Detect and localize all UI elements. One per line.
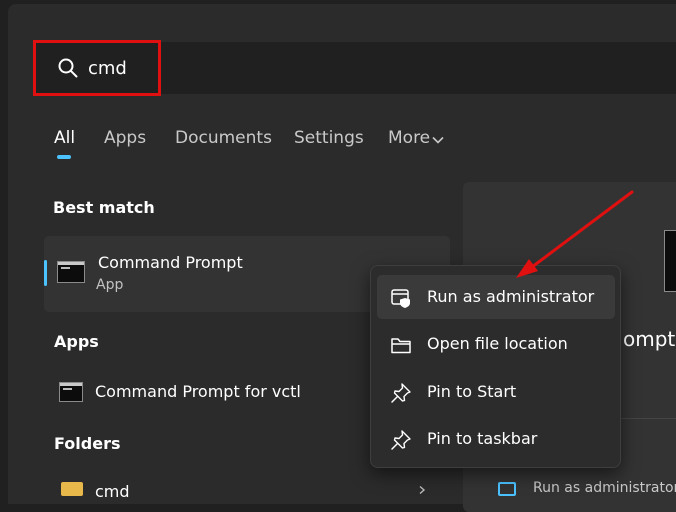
menu-item-open-file-location[interactable]: Open file location (377, 322, 615, 366)
tab-documents[interactable]: Documents (175, 128, 272, 148)
tab-settings[interactable]: Settings (294, 128, 364, 148)
section-title-apps: Apps (54, 332, 99, 351)
list-item-command-prompt-vctl[interactable]: Command Prompt for vctl (95, 382, 301, 401)
tab-more[interactable]: More (388, 128, 430, 148)
context-menu: Run as administrator Open file location … (370, 265, 621, 468)
folder-outline-icon (391, 338, 411, 354)
section-title-best-match: Best match (53, 198, 155, 217)
command-prompt-vctl-icon (59, 382, 83, 402)
menu-label: Pin to Start (427, 382, 517, 401)
pin-icon (391, 430, 411, 450)
menu-label: Pin to taskbar (427, 429, 538, 448)
command-prompt-large-icon (664, 230, 676, 292)
menu-item-pin-to-taskbar[interactable]: Pin to taskbar (377, 417, 615, 461)
best-match-subtitle: App (96, 277, 124, 293)
search-highlight-annotation (33, 40, 161, 96)
menu-label: Run as administrator (427, 287, 595, 306)
chevron-down-icon[interactable] (432, 136, 444, 144)
menu-label: Open file location (427, 334, 568, 353)
chevron-right-icon[interactable] (418, 486, 426, 494)
menu-item-run-as-administrator[interactable]: Run as administrator (377, 275, 615, 319)
best-match-title: Command Prompt (98, 253, 243, 272)
preview-action-run-as-admin[interactable]: Run as administrator (533, 480, 676, 496)
pin-icon (391, 383, 411, 403)
tab-apps[interactable]: Apps (104, 128, 146, 148)
menu-item-pin-to-start[interactable]: Pin to Start (377, 370, 615, 414)
run-as-admin-icon (498, 482, 516, 496)
command-prompt-icon (57, 261, 85, 283)
tab-active-indicator (57, 155, 71, 159)
shield-admin-icon (391, 289, 410, 308)
section-title-folders: Folders (54, 434, 121, 453)
folder-icon (61, 482, 83, 496)
selection-indicator (44, 260, 47, 286)
tab-all[interactable]: All (54, 128, 75, 148)
preview-title: ompt (623, 327, 676, 351)
